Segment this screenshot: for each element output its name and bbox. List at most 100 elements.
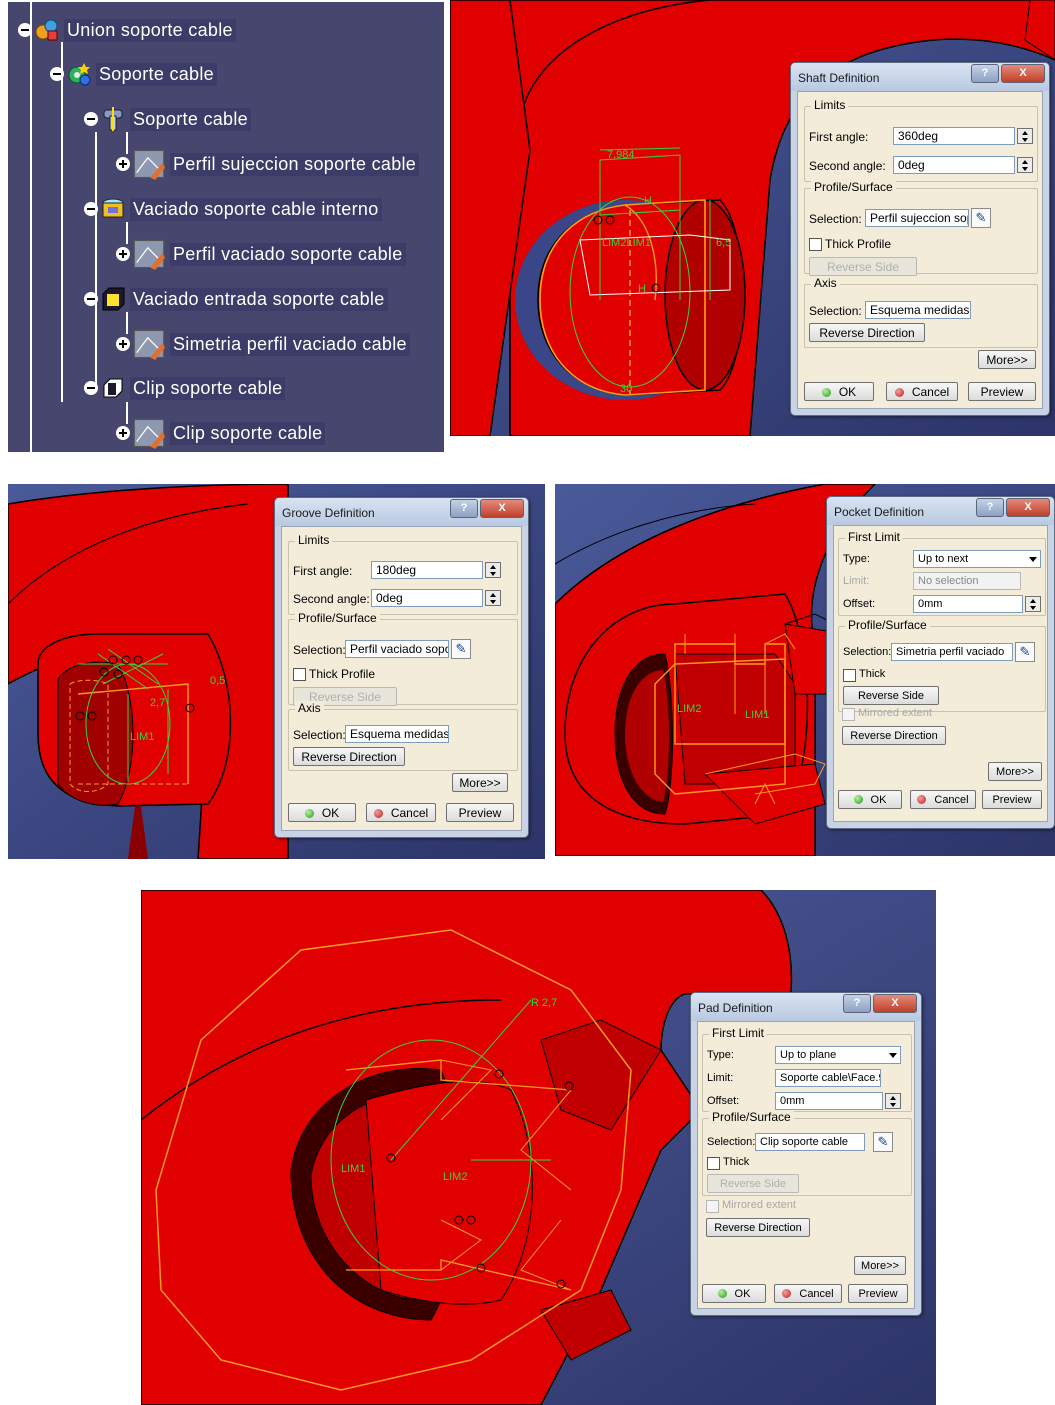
- spinner-icon[interactable]: [485, 590, 501, 606]
- help-button[interactable]: ?: [843, 994, 871, 1013]
- profile-selection-field[interactable]: Simetria perfil vaciado: [891, 643, 1013, 661]
- tree-node-product[interactable]: Union soporte cable: [18, 17, 236, 43]
- sketcher-icon[interactable]: ✎: [873, 1132, 893, 1152]
- limit-field[interactable]: Soporte cable\Face.9: [775, 1069, 881, 1087]
- first-angle-field[interactable]: 360deg: [893, 127, 1015, 145]
- axis-selection-field[interactable]: Esquema medidas: [345, 725, 449, 743]
- offset-field[interactable]: 0mm: [775, 1092, 883, 1110]
- reverse-side-button[interactable]: Reverse Side: [843, 686, 939, 705]
- sketcher-icon[interactable]: ✎: [971, 208, 991, 228]
- expand-icon[interactable]: [116, 157, 130, 171]
- preview-button[interactable]: Preview: [848, 1284, 908, 1303]
- reverse-side-button[interactable]: Reverse Side: [809, 257, 917, 276]
- tree-node-sketch[interactable]: Perfil sujeccion soporte cable: [116, 149, 420, 180]
- pad-viewport[interactable]: R 2,7 LIM1 LIM2 Pad Definition ? X First…: [141, 890, 936, 1405]
- sketcher-icon[interactable]: ✎: [1015, 642, 1035, 662]
- spinner-icon[interactable]: [485, 562, 501, 578]
- thick-profile-checkbox[interactable]: [809, 238, 822, 251]
- sketcher-icon[interactable]: ✎: [451, 639, 471, 659]
- dialog-titlebar[interactable]: Shaft Definition ? X: [791, 63, 1049, 91]
- more-button[interactable]: More>>: [854, 1256, 906, 1275]
- ok-icon: [821, 388, 831, 397]
- collapse-icon[interactable]: [84, 112, 98, 126]
- help-button[interactable]: ?: [976, 498, 1004, 517]
- cancel-button[interactable]: Cancel: [910, 790, 976, 809]
- thick-checkbox[interactable]: [843, 669, 856, 682]
- collapse-icon[interactable]: [84, 381, 98, 395]
- pocket-viewport[interactable]: LIM2 LIM1 Pocket Definition ? X First Li…: [555, 484, 1055, 856]
- close-button[interactable]: X: [480, 499, 524, 518]
- more-button[interactable]: More>>: [978, 350, 1036, 369]
- collapse-icon[interactable]: [84, 292, 98, 306]
- ok-button[interactable]: OK: [702, 1284, 766, 1303]
- close-button[interactable]: X: [1006, 498, 1050, 517]
- profile-selection-field[interactable]: Clip soporte cable: [755, 1133, 865, 1151]
- close-button[interactable]: X: [1001, 64, 1045, 83]
- limit-field[interactable]: No selection: [913, 572, 1021, 590]
- dialog-titlebar[interactable]: Pocket Definition ? X: [827, 497, 1054, 525]
- tree-node-sketch[interactable]: Perfil vaciado soporte cable: [116, 239, 406, 270]
- chevron-down-icon[interactable]: [889, 1053, 897, 1058]
- help-button[interactable]: ?: [450, 499, 478, 518]
- collapse-icon[interactable]: [84, 202, 98, 216]
- tree-node-groove[interactable]: Vaciado soporte cable interno: [84, 196, 382, 222]
- second-angle-field[interactable]: 0deg: [893, 156, 1015, 174]
- type-combo[interactable]: Up to plane: [775, 1046, 901, 1064]
- tree-node-pad[interactable]: Clip soporte cable: [84, 375, 286, 401]
- reverse-direction-button[interactable]: Reverse Direction: [842, 726, 946, 745]
- thick-profile-checkbox[interactable]: [293, 668, 306, 681]
- profile-selection-field[interactable]: Perfil sujeccion sop: [865, 209, 969, 227]
- reverse-direction-button[interactable]: Reverse Direction: [809, 323, 925, 342]
- spinner-icon[interactable]: [1025, 596, 1041, 612]
- mirrored-extent-checkbox[interactable]: [842, 708, 855, 721]
- expand-icon[interactable]: [116, 337, 130, 351]
- tree-node-shaft[interactable]: Soporte cable: [84, 106, 251, 132]
- dimension-label: R 2,7: [531, 997, 557, 1009]
- tree-node-pocket[interactable]: Vaciado entrada soporte cable: [84, 286, 388, 312]
- reverse-side-button[interactable]: Reverse Side: [707, 1174, 799, 1193]
- cancel-button[interactable]: Cancel: [886, 382, 958, 401]
- spinner-icon[interactable]: [885, 1093, 901, 1109]
- dialog-titlebar[interactable]: Pad Definition ? X: [691, 993, 921, 1021]
- first-angle-field[interactable]: 180deg: [371, 561, 483, 579]
- profile-selection-field[interactable]: Perfil vaciado sopo: [345, 640, 449, 658]
- close-button[interactable]: X: [873, 994, 917, 1013]
- collapse-icon[interactable]: [18, 23, 32, 37]
- expand-icon[interactable]: [116, 247, 130, 261]
- help-button[interactable]: ?: [971, 64, 999, 83]
- chevron-down-icon[interactable]: [1029, 557, 1037, 562]
- offset-field[interactable]: 0mm: [913, 595, 1023, 613]
- preview-button[interactable]: Preview: [968, 382, 1036, 401]
- groove-viewport[interactable]: 0,5 2,7 LIM1 Groove Definition ? X Limit…: [8, 484, 545, 859]
- tree-node-sketch[interactable]: Simetria perfil vaciado cable: [116, 329, 410, 360]
- more-button[interactable]: More>>: [452, 773, 508, 792]
- shaft-viewport[interactable]: 7,984 6,5 LIM2LIM1 H H 30 Shaft Definiti…: [450, 0, 1055, 436]
- second-angle-field[interactable]: 0deg: [371, 589, 483, 607]
- cancel-button[interactable]: Cancel: [366, 803, 436, 822]
- shaft-definition-dialog: Shaft Definition ? X Limits First angle:…: [790, 62, 1050, 416]
- preview-button[interactable]: Preview: [446, 803, 514, 822]
- thick-checkbox[interactable]: [707, 1157, 720, 1170]
- collapse-icon[interactable]: [50, 67, 64, 81]
- axis-selection-field[interactable]: Esquema medidas: [865, 301, 971, 319]
- reverse-direction-button[interactable]: Reverse Direction: [706, 1218, 810, 1237]
- dialog-titlebar[interactable]: Groove Definition ? X: [275, 498, 528, 526]
- more-button[interactable]: More>>: [988, 762, 1042, 781]
- preview-button[interactable]: Preview: [982, 790, 1042, 809]
- ok-button[interactable]: OK: [288, 803, 356, 822]
- expand-icon[interactable]: [116, 426, 130, 440]
- type-combo[interactable]: Up to next: [913, 550, 1041, 568]
- spinner-icon[interactable]: [1017, 128, 1033, 144]
- spinner-icon[interactable]: [1017, 157, 1033, 173]
- reverse-direction-button[interactable]: Reverse Direction: [293, 747, 405, 766]
- ok-button[interactable]: OK: [804, 382, 874, 401]
- cancel-button[interactable]: Cancel: [774, 1284, 842, 1303]
- selection-label: Selection:: [707, 1136, 756, 1148]
- tree-node-part[interactable]: Soporte cable: [50, 61, 217, 87]
- ok-button[interactable]: OK: [838, 790, 902, 809]
- tree-node-sketch[interactable]: Clip soporte cable: [116, 418, 326, 449]
- dialog-body: First Limit Type: Up to plane Limit: Sop…: [697, 1021, 915, 1309]
- mirrored-extent-checkbox[interactable]: [706, 1200, 719, 1213]
- svg-text:H: H: [644, 195, 652, 207]
- ok-icon: [717, 1289, 727, 1298]
